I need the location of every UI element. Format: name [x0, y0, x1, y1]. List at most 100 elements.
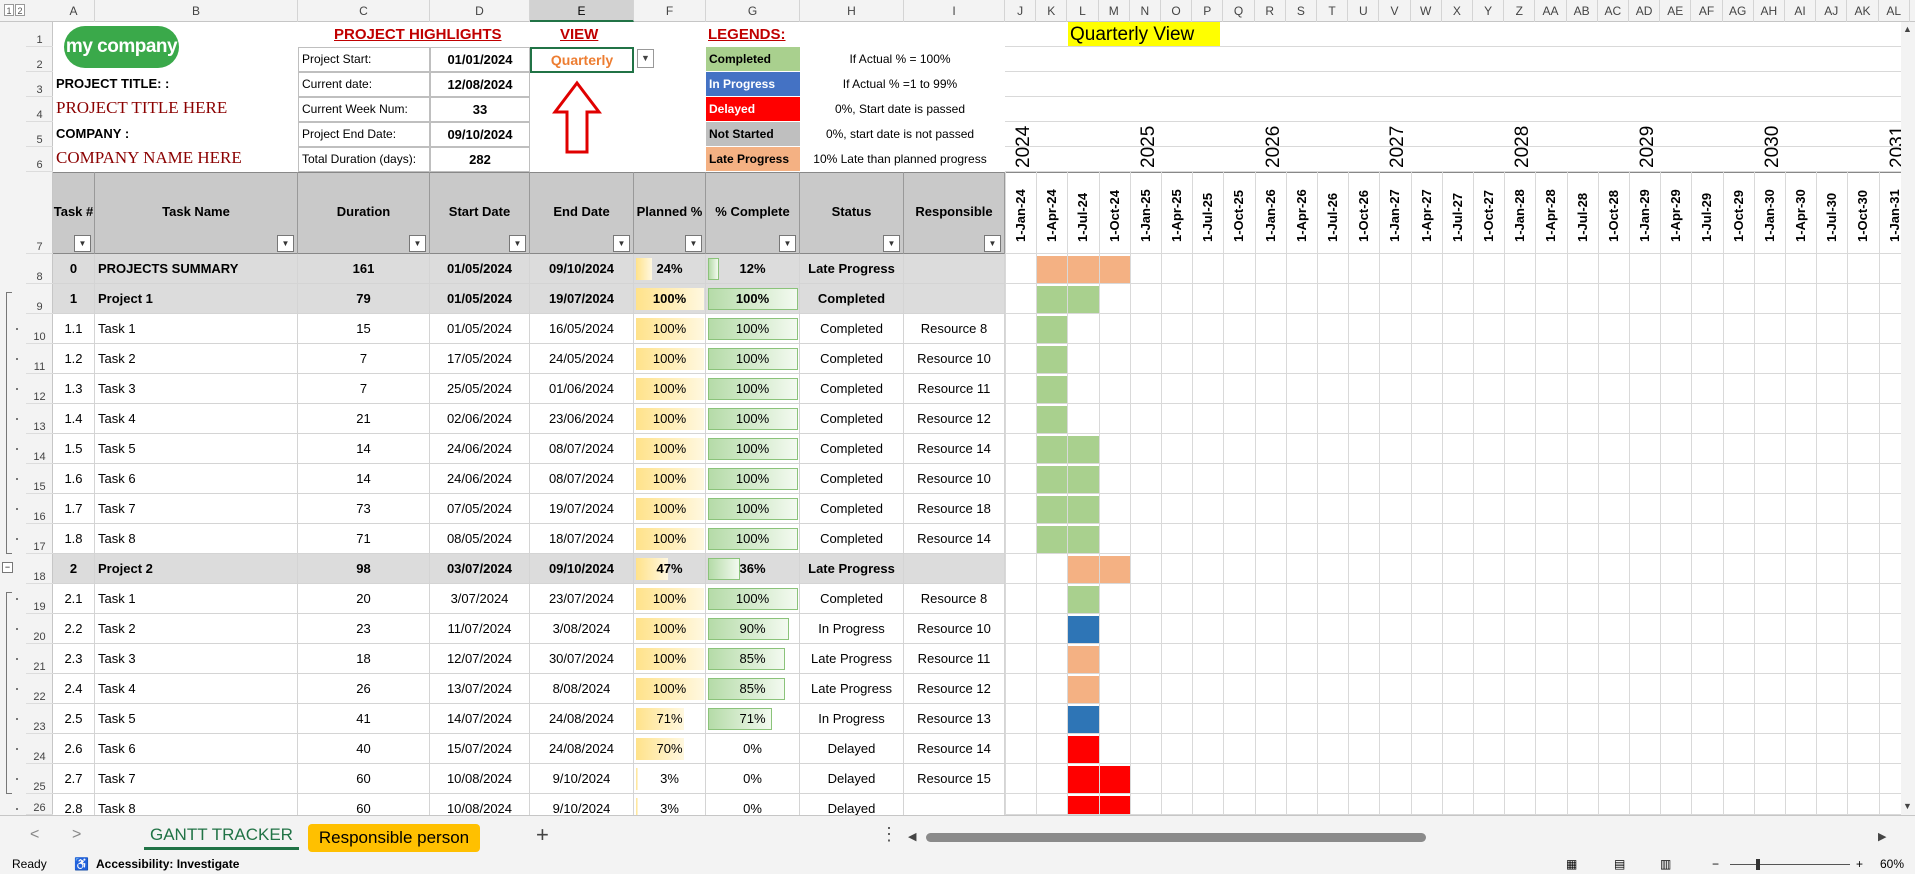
column-header-cell[interactable]: Status ▼	[800, 172, 904, 254]
end-date-cell[interactable]: 08/07/2024	[530, 434, 634, 464]
row-header[interactable]: 7	[26, 172, 53, 254]
task-number-cell[interactable]: 1.4	[53, 404, 95, 434]
responsible-cell[interactable]: Resource 12	[904, 404, 1005, 434]
column-header-r[interactable]: R	[1255, 0, 1286, 22]
row-header[interactable]: 21	[26, 644, 53, 674]
scroll-up-icon[interactable]: ▲	[1903, 24, 1912, 34]
column-header-i[interactable]: I	[904, 0, 1005, 22]
responsible-cell[interactable]: Resource 8	[904, 314, 1005, 344]
status-cell[interactable]: Completed	[800, 584, 904, 614]
gantt-bar[interactable]	[1067, 676, 1099, 703]
row-header[interactable]: 1	[26, 22, 53, 47]
zoom-slider[interactable]	[1730, 864, 1850, 865]
filter-dropdown-icon[interactable]: ▼	[685, 235, 702, 252]
column-header-b[interactable]: B	[95, 0, 298, 22]
scroll-right-icon[interactable]: ▶	[1878, 830, 1886, 843]
row-header[interactable]: 3	[26, 72, 53, 97]
duration-cell[interactable]: 23	[298, 614, 430, 644]
gantt-bar[interactable]	[1067, 736, 1099, 763]
task-number-cell[interactable]: 1.1	[53, 314, 95, 344]
status-cell[interactable]: Completed	[800, 344, 904, 374]
status-cell[interactable]: Late Progress	[800, 554, 904, 584]
start-date-cell[interactable]: 10/08/2024	[430, 764, 530, 794]
row-header[interactable]: 19	[26, 584, 53, 614]
status-cell[interactable]: In Progress	[800, 704, 904, 734]
tab-responsible-person[interactable]: Responsible person	[308, 824, 480, 852]
row-header[interactable]: 16	[26, 494, 53, 524]
responsible-cell[interactable]	[904, 554, 1005, 584]
column-header-aa[interactable]: AA	[1535, 0, 1567, 22]
gantt-bar[interactable]	[1067, 646, 1099, 673]
duration-cell[interactable]: 98	[298, 554, 430, 584]
complete-percent-cell[interactable]: 85%	[706, 674, 800, 704]
end-date-cell[interactable]: 24/05/2024	[530, 344, 634, 374]
task-number-cell[interactable]: 0	[53, 254, 95, 284]
tab-gantt-tracker[interactable]: GANTT TRACKER	[144, 820, 299, 850]
duration-cell[interactable]: 73	[298, 494, 430, 524]
add-sheet-icon[interactable]: +	[536, 822, 549, 848]
row-header[interactable]: 11	[26, 344, 53, 374]
responsible-cell[interactable]: Resource 8	[904, 584, 1005, 614]
gantt-bar[interactable]	[1036, 316, 1068, 343]
end-date-cell[interactable]: 19/07/2024	[530, 494, 634, 524]
start-date-cell[interactable]: 17/05/2024	[430, 344, 530, 374]
complete-percent-cell[interactable]: 100%	[706, 434, 800, 464]
end-date-cell[interactable]: 24/08/2024	[530, 734, 634, 764]
gantt-bar[interactable]	[1036, 256, 1130, 283]
task-name-cell[interactable]: Task 5	[95, 434, 298, 464]
column-header-ad[interactable]: AD	[1629, 0, 1661, 22]
duration-cell[interactable]: 71	[298, 524, 430, 554]
table-row[interactable]: 2.2 Task 2 23 11/07/2024 3/08/2024 In Progres…	[53, 614, 1005, 644]
task-name-cell[interactable]: Task 1	[95, 314, 298, 344]
responsible-cell[interactable]: Resource 11	[904, 374, 1005, 404]
duration-cell[interactable]: 15	[298, 314, 430, 344]
status-cell[interactable]: Completed	[800, 494, 904, 524]
table-row[interactable]: 1.7 Task 7 73 07/05/2024 19/07/2024 Completed…	[53, 494, 1005, 524]
end-date-cell[interactable]: 09/10/2024	[530, 254, 634, 284]
end-date-cell[interactable]: 09/10/2024	[530, 554, 634, 584]
start-date-cell[interactable]: 08/05/2024	[430, 524, 530, 554]
outline-level-1-button[interactable]: 1	[4, 4, 14, 16]
gantt-bar[interactable]	[1036, 406, 1068, 433]
responsible-cell[interactable]: Resource 10	[904, 464, 1005, 494]
planned-percent-cell[interactable]: 71%	[634, 704, 706, 734]
planned-percent-cell[interactable]: 100%	[634, 344, 706, 374]
task-name-cell[interactable]: Project 1	[95, 284, 298, 314]
task-number-cell[interactable]: 1.3	[53, 374, 95, 404]
column-header-u[interactable]: U	[1348, 0, 1380, 22]
scroll-thumb[interactable]	[926, 833, 1426, 842]
column-header-s[interactable]: S	[1286, 0, 1317, 22]
duration-cell[interactable]: 41	[298, 704, 430, 734]
column-header-cell[interactable]: Responsible ▼	[904, 172, 1005, 254]
responsible-cell[interactable]: Resource 14	[904, 734, 1005, 764]
start-date-cell[interactable]: 15/07/2024	[430, 734, 530, 764]
filter-dropdown-icon[interactable]: ▼	[613, 235, 630, 252]
start-date-cell[interactable]: 24/06/2024	[430, 434, 530, 464]
column-header-ai[interactable]: AI	[1785, 0, 1817, 22]
project-title-value[interactable]: PROJECT TITLE HERE	[56, 98, 227, 118]
row-header[interactable]: 5	[26, 122, 53, 147]
task-number-cell[interactable]: 2	[53, 554, 95, 584]
row-header[interactable]: 25	[26, 764, 53, 794]
planned-percent-cell[interactable]: 100%	[634, 284, 706, 314]
planned-percent-cell[interactable]: 100%	[634, 464, 706, 494]
complete-percent-cell[interactable]: 100%	[706, 464, 800, 494]
end-date-cell[interactable]: 3/08/2024	[530, 614, 634, 644]
task-name-cell[interactable]: Task 8	[95, 524, 298, 554]
vertical-scrollbar[interactable]: ▲ ▼	[1901, 22, 1915, 815]
planned-percent-cell[interactable]: 100%	[634, 404, 706, 434]
collapse-group-icon[interactable]: −	[2, 562, 13, 573]
status-cell[interactable]: In Progress	[800, 614, 904, 644]
responsible-cell[interactable]	[904, 254, 1005, 284]
complete-percent-cell[interactable]: 100%	[706, 584, 800, 614]
end-date-cell[interactable]: 8/08/2024	[530, 674, 634, 704]
column-header-ag[interactable]: AG	[1723, 0, 1754, 22]
complete-percent-cell[interactable]: 100%	[706, 314, 800, 344]
normal-view-icon[interactable]: ▦	[1566, 855, 1577, 874]
start-date-cell[interactable]: 03/07/2024	[430, 554, 530, 584]
duration-cell[interactable]: 79	[298, 284, 430, 314]
end-date-cell[interactable]: 23/06/2024	[530, 404, 634, 434]
planned-percent-cell[interactable]: 24%	[634, 254, 706, 284]
task-number-cell[interactable]: 2.6	[53, 734, 95, 764]
highlight-value[interactable]: 09/10/2024	[430, 122, 530, 147]
